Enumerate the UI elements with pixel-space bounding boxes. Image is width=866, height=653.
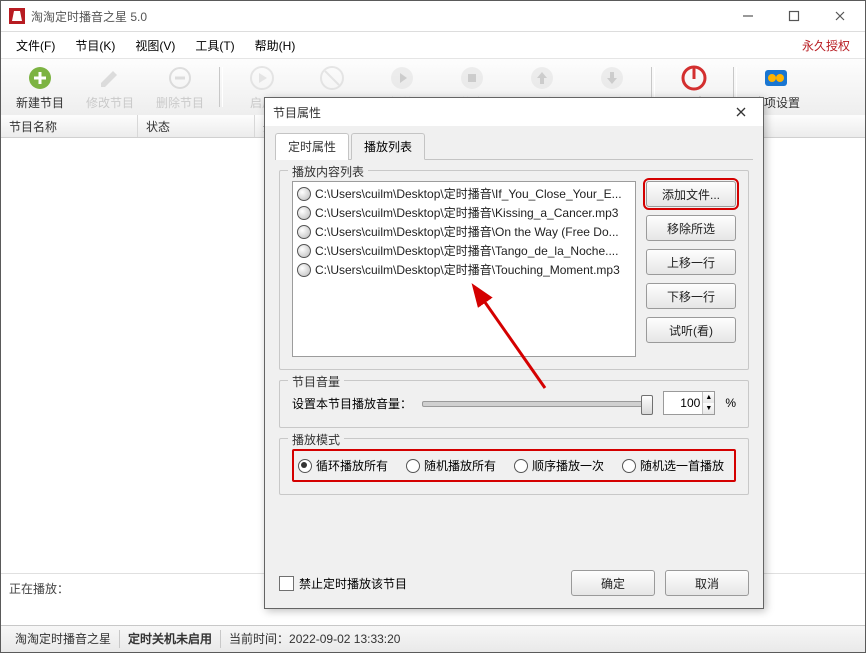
audio-icon <box>297 187 311 201</box>
moveup-button[interactable]: 上移一行 <box>646 249 736 275</box>
spin-down-icon[interactable]: ▼ <box>703 403 714 414</box>
new-icon <box>26 64 54 92</box>
auth-label: 永久授权 <box>793 34 859 57</box>
play-icon <box>388 64 416 92</box>
mode-loop-all[interactable]: 循环播放所有 <box>298 457 388 474</box>
menu-file[interactable]: 文件(F) <box>7 34 64 57</box>
volume-fieldset: 节目音量 设置本节目播放音量： ▲▼ % <box>279 380 749 428</box>
volume-slider[interactable] <box>422 393 653 413</box>
mode-legend: 播放模式 <box>288 431 344 448</box>
titlebar: 淘淘定时播音之星 5.0 <box>1 1 865 32</box>
menubar: 文件(F) 节目(K) 视图(V) 工具(T) 帮助(H) 永久授权 <box>1 32 865 59</box>
status-time: 当前时间：2022-09-02 13:33:20 <box>221 630 408 648</box>
mode-sequential-once[interactable]: 顺序播放一次 <box>514 457 604 474</box>
checkbox-icon <box>279 576 294 591</box>
power-icon <box>680 64 708 92</box>
preview-button[interactable]: 试听(看) <box>646 317 736 343</box>
dialog-body: 播放内容列表 C:\Users\cuilm\Desktop\定时播音\If_Yo… <box>265 160 763 515</box>
audio-icon <box>297 206 311 220</box>
tab-playlist[interactable]: 播放列表 <box>351 133 425 160</box>
movedown-button[interactable]: 下移一行 <box>646 283 736 309</box>
ok-button[interactable]: 确定 <box>571 570 655 596</box>
volume-input[interactable] <box>664 395 702 411</box>
remove-button[interactable]: 移除所选 <box>646 215 736 241</box>
list-item[interactable]: C:\Users\cuilm\Desktop\定时播音\Tango_de_la_… <box>295 241 633 260</box>
minimize-button[interactable] <box>725 1 771 31</box>
percent-sign: % <box>725 396 736 410</box>
cancel-button[interactable]: 取消 <box>665 570 749 596</box>
audio-icon <box>297 244 311 258</box>
tbtn-edit[interactable]: 修改节目 <box>75 62 145 112</box>
playlist-legend: 播放内容列表 <box>288 163 368 180</box>
window-title: 淘淘定时播音之星 5.0 <box>31 8 725 25</box>
menu-view[interactable]: 视图(V) <box>126 34 184 57</box>
mode-row: 循环播放所有 随机播放所有 顺序播放一次 随机选一首播放 <box>292 449 736 482</box>
dialog-title: 节目属性 <box>273 104 727 121</box>
menu-help[interactable]: 帮助(H) <box>246 34 305 57</box>
volume-spin[interactable]: ▲▼ <box>663 391 715 415</box>
close-button[interactable] <box>817 1 863 31</box>
up-icon <box>528 64 556 92</box>
spin-up-icon[interactable]: ▲ <box>703 392 714 403</box>
mode-shuffle-all[interactable]: 随机播放所有 <box>406 457 496 474</box>
volume-label: 设置本节目播放音量： <box>292 395 412 412</box>
app-window: 淘淘定时播音之星 5.0 文件(F) 节目(K) 视图(V) 工具(T) 帮助(… <box>0 0 866 653</box>
list-item[interactable]: C:\Users\cuilm\Desktop\定时播音\Kissing_a_Ca… <box>295 203 633 222</box>
file-list[interactable]: C:\Users\cuilm\Desktop\定时播音\If_You_Close… <box>292 181 636 357</box>
status-app: 淘淘定时播音之星 <box>7 630 120 648</box>
audio-icon <box>297 225 311 239</box>
list-item[interactable]: C:\Users\cuilm\Desktop\定时播音\If_You_Close… <box>295 184 633 203</box>
volume-legend: 节目音量 <box>288 373 344 390</box>
app-icon <box>9 8 25 24</box>
maximize-button[interactable] <box>771 1 817 31</box>
mode-fieldset: 播放模式 循环播放所有 随机播放所有 顺序播放一次 随机选一首播放 <box>279 438 749 495</box>
add-file-button[interactable]: 添加文件... <box>646 181 736 207</box>
playlist-fieldset: 播放内容列表 C:\Users\cuilm\Desktop\定时播音\If_Yo… <box>279 170 749 370</box>
list-item[interactable]: C:\Users\cuilm\Desktop\定时播音\Touching_Mom… <box>295 260 633 279</box>
disable-checkbox[interactable]: 禁止定时播放该节目 <box>279 575 561 592</box>
list-item[interactable]: C:\Users\cuilm\Desktop\定时播音\On the Way (… <box>295 222 633 241</box>
menu-tool[interactable]: 工具(T) <box>186 34 243 57</box>
down-icon <box>598 64 626 92</box>
edit-icon <box>96 64 124 92</box>
dialog-tabs: 定时属性 播放列表 <box>275 132 753 160</box>
statusbar: 淘淘定时播音之星 定时关机未启用 当前时间：2022-09-02 13:33:2… <box>1 625 865 652</box>
dialog-close-button[interactable] <box>727 101 755 123</box>
audio-icon <box>297 263 311 277</box>
dialog-titlebar: 节目属性 <box>265 98 763 126</box>
status-shutdown: 定时关机未启用 <box>120 630 221 648</box>
menu-program[interactable]: 节目(K) <box>66 34 124 57</box>
now-playing-label: 正在播放： <box>9 582 69 596</box>
col-status[interactable]: 状态 <box>138 115 255 137</box>
delete-icon <box>166 64 194 92</box>
tbtn-del[interactable]: 删除节目 <box>145 62 215 112</box>
program-properties-dialog: 节目属性 定时属性 播放列表 播放内容列表 C:\Users\cuilm\Des… <box>264 97 764 609</box>
enable-icon <box>248 64 276 92</box>
stop-icon <box>458 64 486 92</box>
disable-icon <box>318 64 346 92</box>
playlist-buttons: 添加文件... 移除所选 上移一行 下移一行 试听(看) <box>646 181 736 357</box>
dialog-footer: 禁止定时播放该节目 确定 取消 <box>279 570 749 596</box>
mode-random-one[interactable]: 随机选一首播放 <box>622 457 724 474</box>
tab-timing[interactable]: 定时属性 <box>275 133 349 160</box>
col-name[interactable]: 节目名称 <box>1 115 138 137</box>
settings-icon <box>762 64 790 92</box>
tbtn-new[interactable]: 新建节目 <box>5 62 75 112</box>
